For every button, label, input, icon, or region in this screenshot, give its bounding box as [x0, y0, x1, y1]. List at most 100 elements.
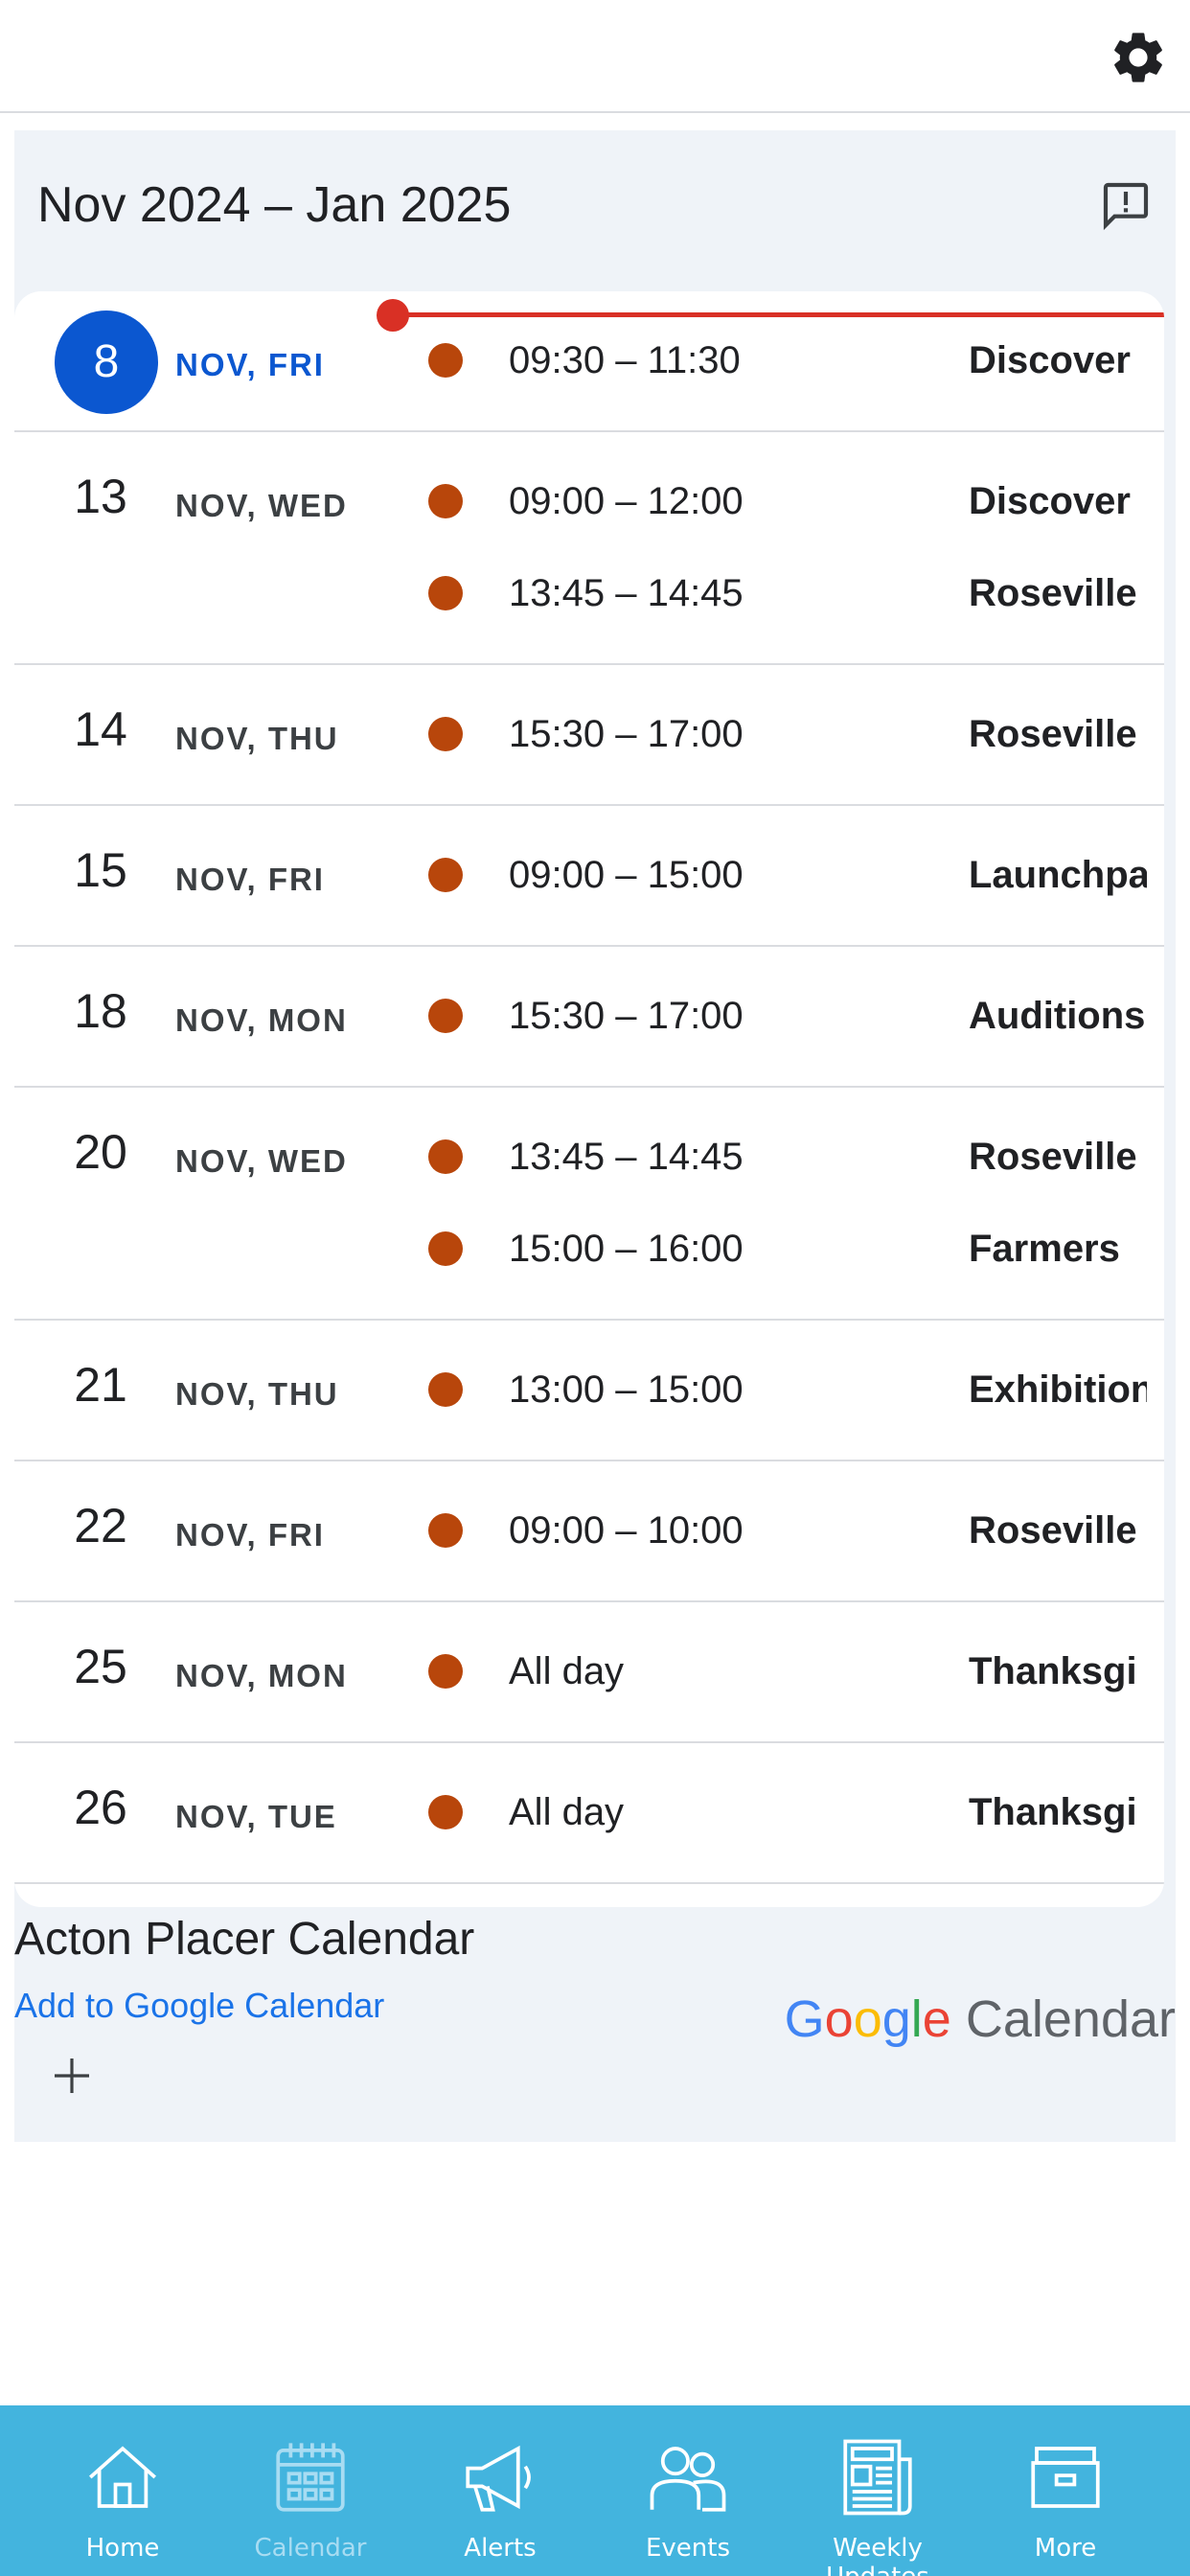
day-of-week: NOV, THU: [175, 721, 339, 756]
event-title[interactable]: Farmers: [969, 1228, 1147, 1271]
event-color-dot: [428, 858, 463, 892]
tab-calendar-label: Calendar: [254, 2534, 367, 2563]
google-logo-letter: e: [922, 1990, 951, 2048]
event-color-dot: [428, 1231, 463, 1266]
google-calendar-logo[interactable]: Google Calendar: [785, 1990, 1176, 2049]
event-title[interactable]: Roseville: [969, 1509, 1147, 1552]
tab-alerts-label: Alerts: [464, 2534, 537, 2563]
event-time[interactable]: 15:30 – 17:00: [509, 995, 744, 1038]
event-time[interactable]: 15:30 – 17:00: [509, 713, 744, 756]
newspaper-icon: [843, 2439, 912, 2516]
google-calendar-word: Calendar: [965, 1990, 1176, 2048]
day-number[interactable]: 15: [53, 842, 149, 898]
day-number[interactable]: 13: [53, 469, 149, 524]
event-color-dot: [428, 717, 463, 751]
event-time[interactable]: 13:00 – 15:00: [509, 1368, 744, 1412]
event-title[interactable]: Auditions: [969, 995, 1147, 1038]
event-title[interactable]: Roseville: [969, 572, 1147, 615]
day-row[interactable]: 18 NOV, MON 15:30 – 17:00 Auditions: [14, 947, 1164, 1088]
event-color-dot: [428, 343, 463, 378]
day-row[interactable]: 13 NOV, WED 09:00 – 12:00 Discover 13:45 – 1…: [14, 432, 1164, 665]
feedback-icon[interactable]: [1099, 178, 1153, 232]
home-icon: [89, 2446, 156, 2508]
gear-icon[interactable]: [1108, 27, 1169, 88]
day-of-week: NOV, MON: [175, 1002, 348, 1038]
tab-home-label: Home: [85, 2534, 160, 2563]
people-icon: [650, 2447, 726, 2512]
event-title[interactable]: Exhibition: [969, 1368, 1147, 1412]
event-color-dot: [428, 999, 463, 1033]
calendar-panel: Nov 2024 – Jan 2025 8 NOV, FRI 09:30 – 11:…: [14, 130, 1176, 2142]
tab-calendar[interactable]: Calendar: [217, 2405, 404, 2576]
plus-icon[interactable]: [49, 2053, 95, 2099]
day-number[interactable]: 25: [53, 1639, 149, 1694]
bottom-tab-bar: Home Calendar Alerts Events Weekly Updat…: [0, 2405, 1190, 2576]
event-title[interactable]: Launchpa: [969, 854, 1147, 897]
megaphone-icon: [466, 2445, 531, 2512]
day-of-week: NOV, FRI: [175, 862, 325, 897]
tab-more-label: More: [1034, 2534, 1097, 2563]
top-bar: [0, 0, 1190, 113]
day-number[interactable]: 18: [53, 983, 149, 1039]
drawer-icon: [1031, 2447, 1100, 2508]
event-title[interactable]: Discover: [969, 339, 1147, 382]
event-title[interactable]: Roseville: [969, 1136, 1147, 1179]
day-row[interactable]: 14 NOV, THU 15:30 – 17:00 Roseville: [14, 665, 1164, 806]
tab-home[interactable]: Home: [29, 2405, 217, 2576]
event-color-dot: [428, 1139, 463, 1174]
event-color-dot: [428, 1372, 463, 1407]
event-color-dot: [428, 576, 463, 610]
tab-weekly-updates[interactable]: Weekly Updates: [784, 2405, 972, 2576]
google-logo-letter: l: [910, 1990, 923, 2048]
tab-more[interactable]: More: [972, 2405, 1159, 2576]
event-time[interactable]: All day: [509, 1791, 624, 1834]
event-color-dot: [428, 484, 463, 518]
day-row[interactable]: 21 NOV, THU 13:00 – 15:00 Exhibition: [14, 1321, 1164, 1461]
event-time[interactable]: 13:45 – 14:45: [509, 1136, 744, 1179]
tab-events[interactable]: Events: [594, 2405, 782, 2576]
day-of-week: NOV, FRI: [175, 1517, 325, 1552]
day-row[interactable]: 22 NOV, FRI 09:00 – 10:00 Roseville: [14, 1461, 1164, 1602]
event-title[interactable]: Thanksgi: [969, 1650, 1147, 1693]
day-of-week: NOV, WED: [175, 488, 348, 523]
event-time[interactable]: 09:00 – 10:00: [509, 1509, 744, 1552]
event-color-dot: [428, 1654, 463, 1689]
event-time[interactable]: 15:00 – 16:00: [509, 1228, 744, 1271]
day-row[interactable]: 25 NOV, MON All day Thanksgi: [14, 1602, 1164, 1743]
google-logo-letter: o: [853, 1990, 882, 2048]
day-of-week: NOV, MON: [175, 1658, 348, 1693]
today-date-badge[interactable]: 8: [55, 310, 158, 414]
day-row[interactable]: 26 NOV, TUE All day Thanksgi: [14, 1743, 1164, 1884]
event-color-dot: [428, 1795, 463, 1829]
day-of-week: NOV, FRI: [175, 347, 325, 382]
date-range-title: Nov 2024 – Jan 2025: [37, 177, 512, 233]
google-logo-letter: o: [824, 1990, 854, 2048]
day-of-week: NOV, TUE: [175, 1799, 337, 1834]
event-time[interactable]: 13:45 – 14:45: [509, 572, 744, 615]
event-time[interactable]: 09:00 – 12:00: [509, 480, 744, 523]
event-time[interactable]: 09:00 – 15:00: [509, 854, 744, 897]
google-logo-letter: G: [784, 1990, 825, 2048]
event-title[interactable]: Roseville: [969, 713, 1147, 756]
tab-weekly-updates-label: Weekly Updates: [826, 2534, 929, 2576]
day-number[interactable]: 20: [53, 1124, 149, 1180]
tab-alerts[interactable]: Alerts: [406, 2405, 594, 2576]
day-number[interactable]: 26: [53, 1780, 149, 1835]
event-time[interactable]: All day: [509, 1650, 624, 1693]
day-row[interactable]: 20 NOV, WED 13:45 – 14:45 Roseville 15:00 – …: [14, 1088, 1164, 1321]
tab-events-label: Events: [645, 2534, 731, 2563]
agenda-list: 8 NOV, FRI 09:30 – 11:30 Discover 13 NOV, WED…: [14, 291, 1164, 1907]
day-row[interactable]: 8 NOV, FRI 09:30 – 11:30 Discover: [14, 291, 1164, 432]
day-number[interactable]: 21: [53, 1357, 149, 1413]
event-title[interactable]: Thanksgi: [969, 1791, 1147, 1834]
event-color-dot: [428, 1513, 463, 1548]
google-logo-letter: g: [881, 1990, 911, 2048]
day-of-week: NOV, WED: [175, 1143, 348, 1179]
add-to-google-calendar-link[interactable]: Add to Google Calendar: [14, 1986, 384, 2026]
event-time[interactable]: 09:30 – 11:30: [509, 339, 741, 382]
event-title[interactable]: Discover: [969, 480, 1147, 523]
day-row[interactable]: 15 NOV, FRI 09:00 – 15:00 Launchpa: [14, 806, 1164, 947]
day-number[interactable]: 14: [53, 702, 149, 757]
day-number[interactable]: 22: [53, 1498, 149, 1553]
calendar-name: Acton Placer Calendar: [14, 1914, 475, 1965]
